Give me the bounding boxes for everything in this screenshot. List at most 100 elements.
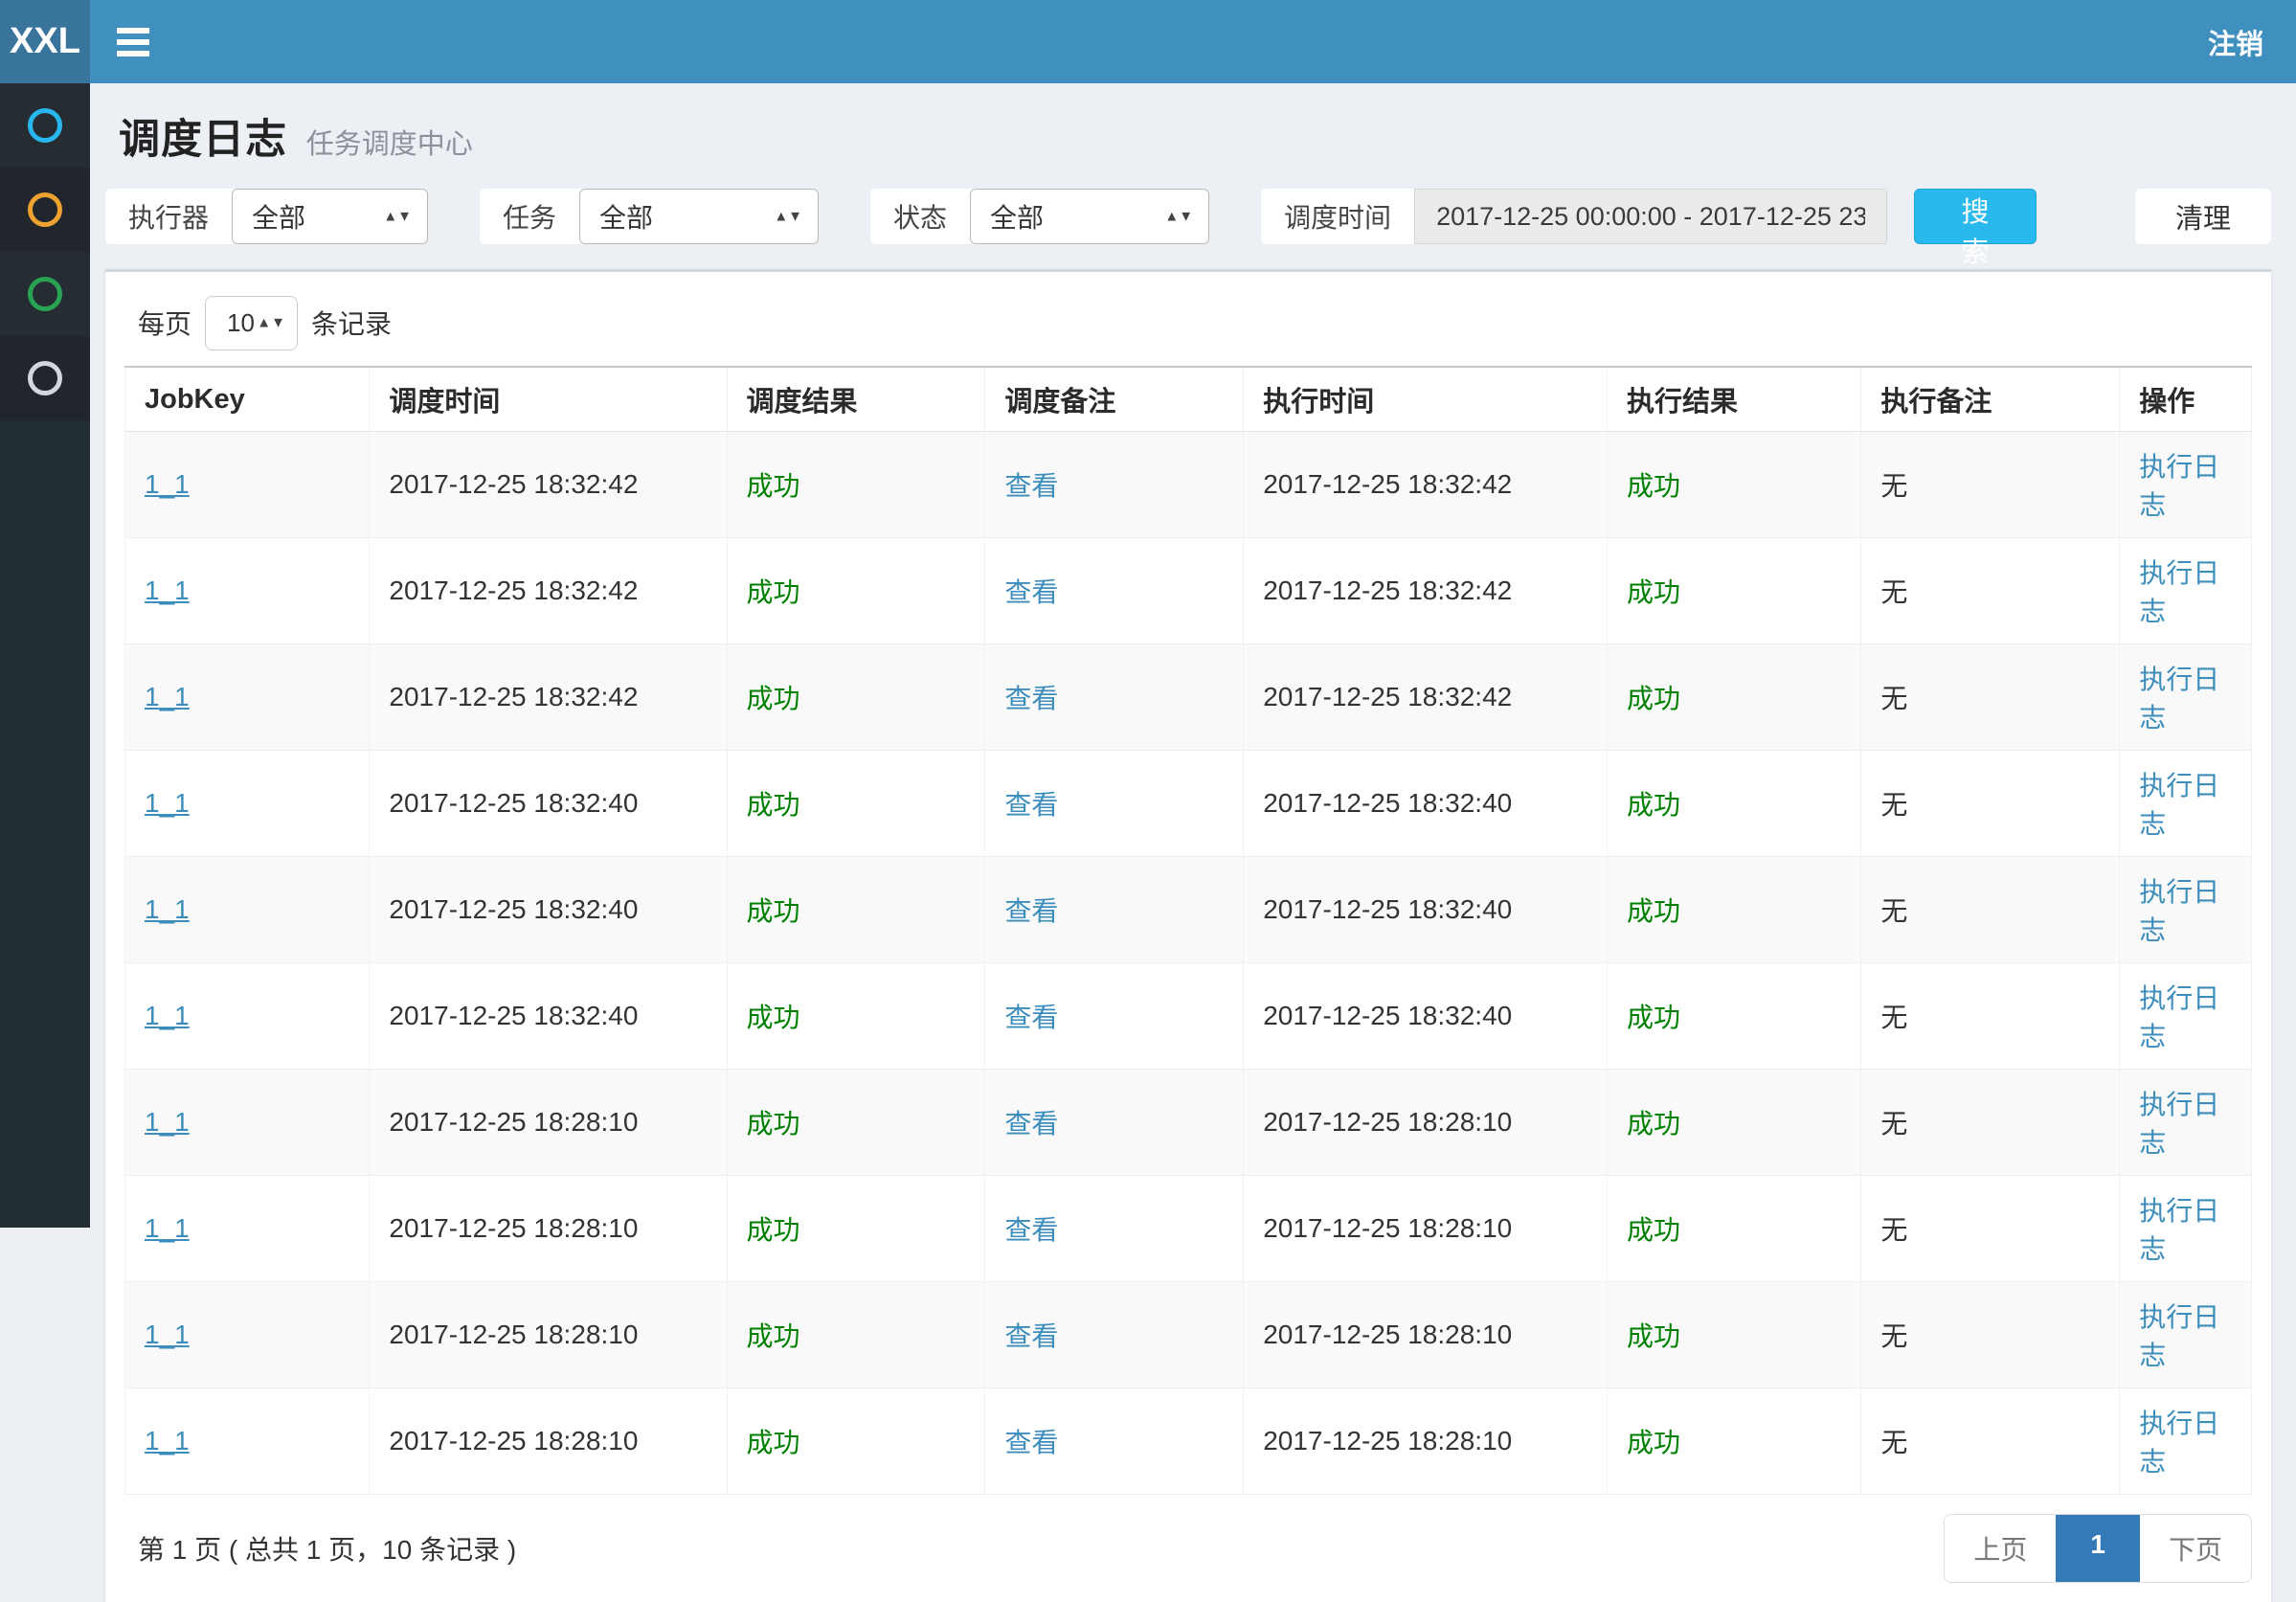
status-select[interactable]: 全部 ▲▼: [970, 189, 1209, 244]
jobkey-link[interactable]: 1_1: [125, 1176, 370, 1282]
page-size-select-value: 10: [227, 308, 255, 337]
table-row: 1_12017-12-25 18:32:42成功查看2017-12-25 18:…: [125, 432, 2252, 538]
execute-log-link[interactable]: 执行日志: [2120, 963, 2252, 1070]
jobkey-link[interactable]: 1_1: [125, 1388, 370, 1495]
hamburger-icon: [117, 51, 149, 56]
handle-time: 2017-12-25 18:32:42: [1244, 538, 1608, 644]
execute-log-link[interactable]: 执行日志: [2120, 1176, 2252, 1282]
execute-log-link[interactable]: 执行日志: [2120, 857, 2252, 963]
trigger-msg-link[interactable]: 查看: [985, 1282, 1244, 1388]
page-subtitle: 任务调度中心: [306, 129, 473, 160]
table-row: 1_12017-12-25 18:32:42成功查看2017-12-25 18:…: [125, 538, 2252, 644]
trigger-time: 2017-12-25 18:28:10: [370, 1388, 727, 1495]
trigger-time: 2017-12-25 18:32:42: [370, 644, 727, 751]
sidebar-menu-item-2[interactable]: [0, 168, 90, 252]
trigger-result: 成功: [727, 432, 985, 538]
filter-toolbar: 执行器 全部 ▲▼ 任务 全部 ▲▼ 状态 全部 ▲▼ 调度时间 搜索 清理: [105, 189, 2271, 244]
job-select[interactable]: 全部 ▲▼: [579, 189, 819, 244]
top-navbar: XXL 注销: [0, 0, 2296, 83]
table-row: 1_12017-12-25 18:28:10成功查看2017-12-25 18:…: [125, 1176, 2252, 1282]
jobkey-link[interactable]: 1_1: [125, 1070, 370, 1176]
trigger-msg-link[interactable]: 查看: [985, 1176, 1244, 1282]
trigger-result: 成功: [727, 1282, 985, 1388]
executor-filter-group: 执行器 全部 ▲▼: [105, 189, 428, 244]
job-filter-label: 任务: [480, 189, 579, 244]
sidebar-menu-item-1[interactable]: [0, 83, 90, 168]
execute-log-link[interactable]: 执行日志: [2120, 751, 2252, 857]
trigger-time: 2017-12-25 18:32:40: [370, 751, 727, 857]
execute-log-link[interactable]: 执行日志: [2120, 1282, 2252, 1388]
handle-time: 2017-12-25 18:32:42: [1244, 644, 1608, 751]
sidebar-menu-item-4[interactable]: [0, 336, 90, 420]
trigger-result: 成功: [727, 857, 985, 963]
execute-log-link[interactable]: 执行日志: [2120, 1070, 2252, 1176]
trigger-msg-link[interactable]: 查看: [985, 538, 1244, 644]
sidebar-toggle-button[interactable]: [90, 0, 176, 83]
next-page-button[interactable]: 下页: [2140, 1515, 2251, 1582]
column-header: 调度时间: [370, 367, 727, 432]
page-size-select[interactable]: 10 ▲▼: [205, 296, 298, 350]
trigger-msg-link[interactable]: 查看: [985, 1070, 1244, 1176]
circle-o-icon: [28, 192, 62, 227]
jobkey-link[interactable]: 1_1: [125, 432, 370, 538]
jobkey-link[interactable]: 1_1: [125, 644, 370, 751]
pagination: 上页 1 下页: [1944, 1514, 2252, 1583]
trigger-msg-link[interactable]: 查看: [985, 432, 1244, 538]
handle-time: 2017-12-25 18:32:40: [1244, 857, 1608, 963]
status-filter-label: 状态: [870, 189, 970, 244]
trigger-msg-link[interactable]: 查看: [985, 644, 1244, 751]
job-filter-group: 任务 全部 ▲▼: [480, 189, 819, 244]
handle-result: 成功: [1608, 1388, 1861, 1495]
hamburger-icon: [117, 39, 149, 45]
handle-msg: 无: [1861, 432, 2120, 538]
handle-result: 成功: [1608, 644, 1861, 751]
jobkey-link[interactable]: 1_1: [125, 538, 370, 644]
search-button[interactable]: 搜索: [1914, 189, 2037, 244]
handle-result: 成功: [1608, 1070, 1861, 1176]
table-footer: 第 1 页 ( 总共 1 页，10 条记录 ) 上页 1 下页: [124, 1514, 2252, 1583]
app-logo[interactable]: XXL: [0, 0, 90, 83]
handle-result: 成功: [1608, 963, 1861, 1070]
handle-time: 2017-12-25 18:28:10: [1244, 1388, 1608, 1495]
trigger-time: 2017-12-25 18:32:42: [370, 538, 727, 644]
jobkey-link[interactable]: 1_1: [125, 751, 370, 857]
execute-log-link[interactable]: 执行日志: [2120, 432, 2252, 538]
trigger-result: 成功: [727, 1070, 985, 1176]
trigger-msg-link[interactable]: 查看: [985, 963, 1244, 1070]
trigger-result: 成功: [727, 644, 985, 751]
column-header: 执行结果: [1608, 367, 1861, 432]
select-arrows-icon: ▲▼: [383, 211, 412, 223]
handle-msg: 无: [1861, 751, 2120, 857]
column-header: 执行备注: [1861, 367, 2120, 432]
page-size-row: 每页 10 ▲▼ 条记录: [124, 272, 2252, 352]
sidebar-menu-item-3[interactable]: [0, 252, 90, 336]
trigger-result: 成功: [727, 538, 985, 644]
prev-page-button[interactable]: 上页: [1945, 1515, 2056, 1582]
execute-log-link[interactable]: 执行日志: [2120, 1388, 2252, 1495]
handle-msg: 无: [1861, 1176, 2120, 1282]
handle-result: 成功: [1608, 751, 1861, 857]
page-summary: 第 1 页 ( 总共 1 页，10 条记录 ): [124, 1529, 516, 1568]
handle-msg: 无: [1861, 1388, 2120, 1495]
column-header: JobKey: [125, 367, 370, 432]
jobkey-link[interactable]: 1_1: [125, 963, 370, 1070]
trigger-time-range-input[interactable]: [1414, 189, 1887, 244]
handle-time: 2017-12-25 18:32:40: [1244, 751, 1608, 857]
clear-button[interactable]: 清理: [2135, 189, 2271, 244]
execute-log-link[interactable]: 执行日志: [2120, 644, 2252, 751]
trigger-time: 2017-12-25 18:32:40: [370, 857, 727, 963]
job-select-value: 全部: [599, 197, 653, 236]
executor-select-value: 全部: [252, 197, 305, 236]
executor-select[interactable]: 全部 ▲▼: [232, 189, 428, 244]
trigger-time: 2017-12-25 18:28:10: [370, 1070, 727, 1176]
trigger-msg-link[interactable]: 查看: [985, 1388, 1244, 1495]
trigger-msg-link[interactable]: 查看: [985, 857, 1244, 963]
jobkey-link[interactable]: 1_1: [125, 857, 370, 963]
trigger-msg-link[interactable]: 查看: [985, 751, 1244, 857]
logout-link[interactable]: 注销: [2175, 0, 2296, 83]
trigger-time-filter-label: 调度时间: [1261, 189, 1414, 244]
execute-log-link[interactable]: 执行日志: [2120, 538, 2252, 644]
table-row: 1_12017-12-25 18:32:40成功查看2017-12-25 18:…: [125, 751, 2252, 857]
jobkey-link[interactable]: 1_1: [125, 1282, 370, 1388]
current-page-button[interactable]: 1: [2056, 1515, 2140, 1582]
